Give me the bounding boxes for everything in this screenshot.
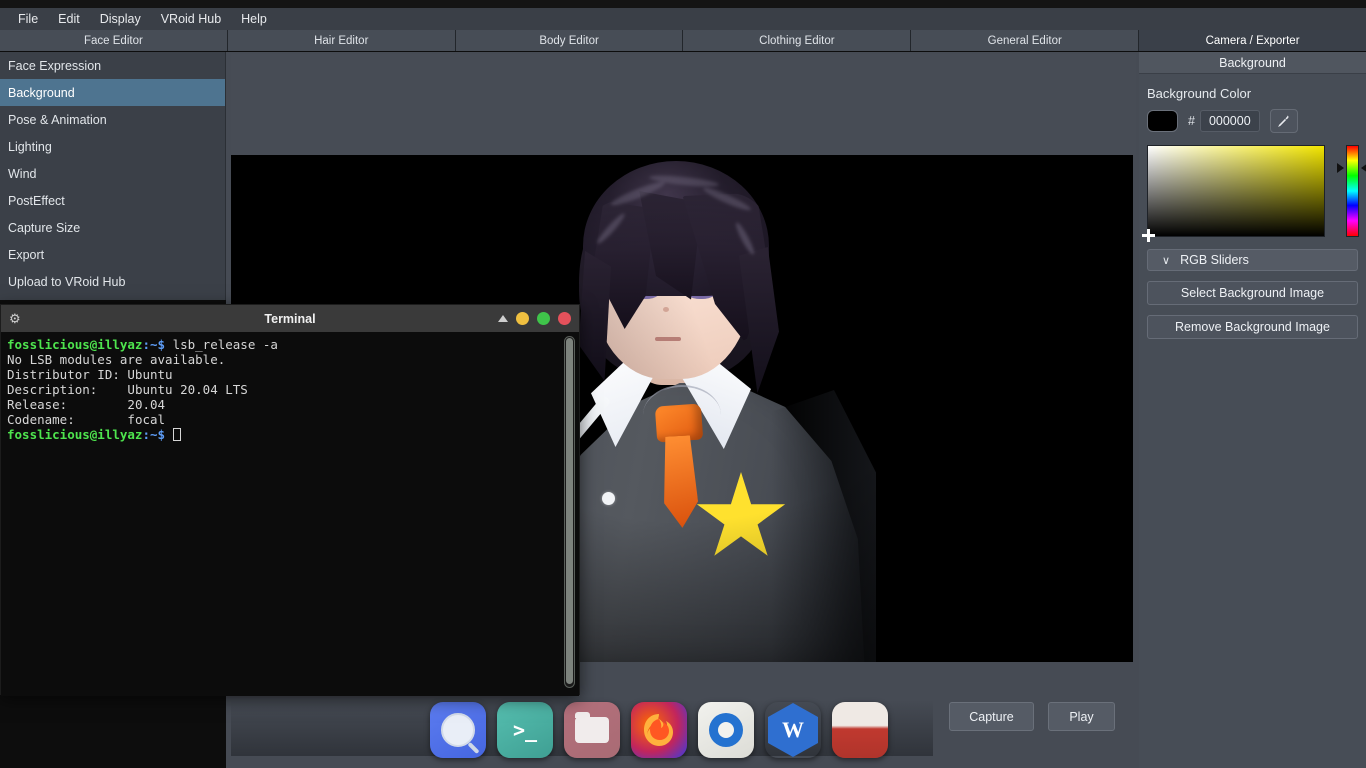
vroid-studio-window: File Edit Display VRoid Hub Help Face Ed… (0, 0, 1366, 768)
app-store-icon (441, 713, 475, 747)
terminal-line: Codename: focal (7, 412, 165, 427)
top-black-strip (0, 0, 1366, 8)
terminal-scrollbar[interactable] (564, 336, 575, 688)
sidebar-item-lighting[interactable]: Lighting (0, 133, 225, 160)
sidebar-item-export[interactable]: Export (0, 241, 225, 268)
file-manager-icon (575, 717, 609, 743)
scrollbar-thumb[interactable] (566, 338, 573, 684)
eyedropper-button[interactable] (1270, 109, 1298, 133)
select-background-image-button[interactable]: Select Background Image (1147, 281, 1358, 305)
prompt-user: fosslicious@illyaz (7, 427, 142, 442)
dock-item-firefox[interactable] (631, 702, 687, 758)
menu-item-help[interactable]: Help (231, 10, 277, 28)
menu-item-vroid-hub[interactable]: VRoid Hub (151, 10, 231, 28)
hue-marker-right (1361, 163, 1366, 173)
prompt-path: :~$ (142, 337, 165, 352)
saturation-value-box[interactable] (1147, 145, 1325, 237)
nose (663, 307, 669, 312)
close-button[interactable] (558, 312, 571, 325)
tab-general-editor[interactable]: General Editor (911, 30, 1139, 51)
sidebar-item-face-expression[interactable]: Face Expression (0, 52, 225, 79)
hue-slider[interactable] (1343, 145, 1359, 237)
eyedropper-icon (1276, 114, 1291, 129)
terminal-icon: >_ (513, 718, 537, 742)
sidebar-item-wind[interactable]: Wind (0, 160, 225, 187)
dock-item-app-store[interactable] (430, 702, 486, 758)
hash-symbol: # (1188, 114, 1195, 128)
minimize-button[interactable] (516, 312, 529, 325)
rgb-sliders-label: RGB Sliders (1180, 253, 1249, 267)
sidebar-item-pose-animation[interactable]: Pose & Animation (0, 106, 225, 133)
prompt-user: fosslicious@illyaz (7, 337, 142, 352)
color-picker-area (1147, 145, 1366, 237)
hue-marker-left (1337, 163, 1344, 173)
sidebar-item-upload-to-vroid-hub[interactable]: Upload to VRoid Hub (0, 268, 225, 295)
maximize-button[interactable] (537, 312, 550, 325)
blazer-button (602, 492, 615, 505)
sidebar-item-capture-size[interactable]: Capture Size (0, 214, 225, 241)
terminal-window[interactable]: ⚙ Terminal fosslicious@illyaz:~$ lsb_rel… (0, 304, 580, 695)
terminal-output[interactable]: fosslicious@illyaz:~$ lsb_release -a No … (1, 332, 579, 696)
tab-hair-editor[interactable]: Hair Editor (228, 30, 456, 51)
sidebar-item-background[interactable]: Background (0, 79, 225, 106)
dock: >_ W (430, 702, 888, 764)
background-properties-panel: Background Background Color # 000000 (1139, 52, 1366, 768)
hue-gradient (1346, 145, 1359, 237)
color-controls-row: # 000000 (1147, 109, 1366, 133)
chevron-down-icon: ∨ (1162, 254, 1170, 267)
wps-office-icon: W (768, 703, 818, 757)
settings-icon (709, 713, 743, 747)
menu-item-file[interactable]: File (8, 10, 48, 28)
remove-background-image-button[interactable]: Remove Background Image (1147, 315, 1358, 339)
firefox-icon (639, 710, 679, 750)
gear-icon[interactable]: ⚙ (9, 312, 21, 325)
menu-item-display[interactable]: Display (90, 10, 151, 28)
sv-cursor-crosshair[interactable] (1142, 229, 1155, 242)
tab-face-editor[interactable]: Face Editor (0, 30, 228, 51)
play-button[interactable]: Play (1048, 702, 1115, 731)
menu-item-edit[interactable]: Edit (48, 10, 90, 28)
terminal-title: Terminal (1, 312, 579, 326)
prompt-path: :~$ (142, 427, 165, 442)
rgb-sliders-toggle[interactable]: ∨ RGB Sliders (1147, 249, 1358, 271)
wps-letter: W (782, 717, 804, 743)
terminal-command: lsb_release -a (165, 337, 278, 352)
terminal-line: No LSB modules are available. (7, 352, 225, 367)
dock-item-terminal[interactable]: >_ (497, 702, 553, 758)
dock-item-vroid-studio[interactable] (832, 702, 888, 758)
dock-item-settings[interactable] (698, 702, 754, 758)
dock-item-wps-office[interactable]: W (765, 702, 821, 758)
panel-header: Background (1139, 52, 1366, 74)
terminal-line: Release: 20.04 (7, 397, 165, 412)
tab-clothing-editor[interactable]: Clothing Editor (683, 30, 911, 51)
eject-icon[interactable] (498, 315, 508, 322)
tab-camera-exporter[interactable]: Camera / Exporter (1139, 30, 1366, 51)
sidebar-item-posteffect[interactable]: PostEffect (0, 187, 225, 214)
left-sidebar: Face Expression Background Pose & Animat… (0, 52, 226, 300)
viewport-top-gutter (231, 54, 1136, 155)
mouth (655, 337, 681, 341)
window-controls (498, 312, 571, 325)
color-swatch[interactable] (1147, 110, 1178, 132)
blazer-shadow (771, 390, 876, 662)
hex-input[interactable]: 000000 (1200, 110, 1260, 132)
hex-field-group: # 000000 (1188, 110, 1260, 132)
editor-tab-bar: Face Editor Hair Editor Body Editor Clot… (0, 30, 1366, 51)
tab-body-editor[interactable]: Body Editor (456, 30, 684, 51)
capture-button[interactable]: Capture (949, 702, 1034, 731)
menu-bar: File Edit Display VRoid Hub Help (0, 8, 1366, 30)
terminal-cursor (173, 428, 181, 441)
terminal-line: Description: Ubuntu 20.04 LTS (7, 382, 248, 397)
terminal-title-bar[interactable]: ⚙ Terminal (1, 305, 579, 332)
dock-item-file-manager[interactable] (564, 702, 620, 758)
background-color-label: Background Color (1147, 86, 1366, 101)
terminal-line: Distributor ID: Ubuntu (7, 367, 173, 382)
